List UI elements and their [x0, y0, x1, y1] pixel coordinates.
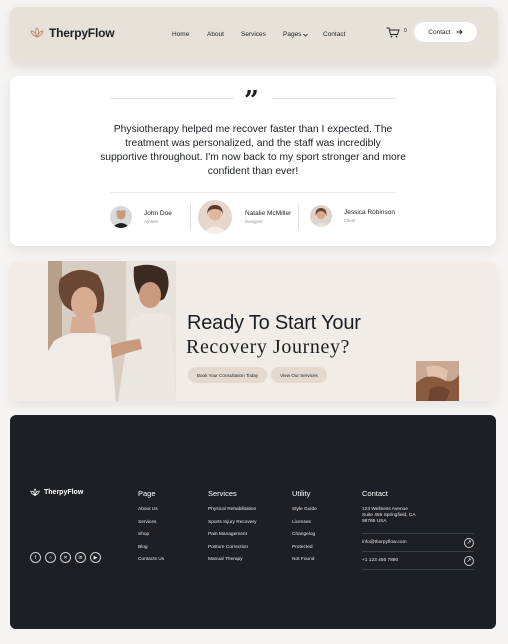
avatar — [110, 206, 132, 228]
cta-title-script: Recovery Journey? — [186, 336, 351, 358]
footer-link[interactable]: Blog — [138, 545, 164, 558]
footer-link[interactable]: About Us — [138, 507, 164, 520]
footer-services-column: Services Physical Rehabilitation Sports … — [208, 489, 257, 570]
site-header: TherpyFlow Home About Services Pages Con… — [10, 7, 498, 63]
footer-link[interactable]: Sports Injury Recovery — [208, 520, 257, 533]
reviewer-role: Athlete — [144, 219, 159, 224]
footer-link[interactable]: Not Found — [292, 557, 317, 570]
footer-link[interactable]: Protected — [292, 545, 317, 558]
cta-section: Ready To Start Your Recovery Journey? Bo… — [10, 261, 497, 401]
therapy-session-photo — [48, 261, 176, 401]
social-links: f ○ ✕ in ▶ — [30, 552, 101, 563]
footer-brand-name: TherpyFlow — [44, 489, 84, 496]
footer-heading: Utility — [292, 489, 311, 498]
reviewer-name: Natalie McMiller — [245, 210, 292, 217]
nav-about[interactable]: About — [207, 31, 224, 38]
footer-link[interactable]: Pain Management — [208, 532, 257, 545]
divider — [272, 98, 396, 99]
lotus-logo-icon — [30, 488, 40, 497]
divider — [110, 98, 234, 99]
arrow-up-right-icon[interactable]: ↗ — [464, 555, 474, 566]
view-services-button[interactable]: View Our Services — [271, 367, 327, 383]
avatar — [310, 205, 332, 227]
reviewer-name: Jessica Robinson — [344, 209, 395, 216]
chevron-down-icon — [303, 33, 309, 37]
arrow-right-icon — [456, 29, 463, 35]
footer-page-column: Page About Us Services Shop Blog Contact… — [138, 489, 164, 570]
arrow-up-right-icon[interactable]: ↗ — [464, 537, 474, 548]
brand-logo[interactable]: TherpyFlow — [30, 26, 115, 40]
avatar — [198, 200, 232, 234]
phone-row[interactable]: +1 123 456 7890 ↗ — [362, 551, 474, 569]
contact-phone[interactable]: +1 123 456 7890 — [362, 558, 398, 563]
divider — [362, 569, 474, 570]
nav-pages[interactable]: Pages — [283, 31, 309, 38]
contact-email[interactable]: info@therpyflow.com — [362, 540, 407, 545]
footer-link[interactable]: Physical Rehabilitation — [208, 507, 257, 520]
massage-thumbnail-photo — [416, 361, 459, 401]
footer-link[interactable]: Posture Correction — [208, 545, 257, 558]
footer-link[interactable]: Contacts Us — [138, 557, 164, 570]
cart-count: 0 — [404, 28, 407, 34]
footer-link[interactable]: Changelog — [292, 532, 317, 545]
nav-pages-label: Pages — [283, 31, 302, 38]
reviewer-role: Designer — [245, 219, 264, 224]
divider — [110, 192, 396, 193]
book-consultation-button[interactable]: Book Your Consultation Today — [188, 367, 267, 383]
divider — [190, 204, 191, 230]
youtube-icon[interactable]: ▶ — [90, 552, 101, 563]
testimonial-quote: Physiotherapy helped me recover faster t… — [100, 124, 406, 177]
brand-name: TherpyFlow — [49, 26, 115, 40]
footer-link[interactable]: Services — [138, 520, 164, 533]
footer-heading: Contact — [362, 489, 388, 498]
nav-services[interactable]: Services — [241, 31, 266, 38]
footer-utility-column: Utility Style Guide Licenses Changelog P… — [292, 489, 317, 570]
cta-title: Ready To Start Your — [187, 312, 361, 334]
footer-link[interactable]: Style Guide — [292, 507, 317, 520]
reviewer-name: John Doe — [144, 210, 172, 217]
email-row[interactable]: info@therpyflow.com ↗ — [362, 533, 474, 551]
contact-button-label: Contact — [428, 28, 451, 36]
footer-link[interactable]: Licenses — [292, 520, 317, 533]
cart-icon[interactable] — [386, 27, 400, 38]
divider — [298, 204, 299, 230]
reviewer-role: Client — [344, 218, 356, 223]
footer-link[interactable]: Shop — [138, 532, 164, 545]
nav-contact[interactable]: Contact — [323, 31, 345, 38]
footer-contact-column: Contact 123 Wellness Avenue Suite 456 Sp… — [362, 489, 416, 526]
quote-icon: ” — [244, 86, 259, 116]
nav-home[interactable]: Home — [172, 31, 189, 38]
footer-heading: Services — [208, 489, 237, 498]
reviewer-john[interactable]: John Doe Athlete — [110, 206, 172, 228]
contact-button[interactable]: Contact — [414, 22, 477, 42]
x-icon[interactable]: ✕ — [60, 552, 71, 563]
site-footer: TherpyFlow f ○ ✕ in ▶ Page About Us Serv… — [10, 415, 496, 629]
footer-heading: Page — [138, 489, 156, 498]
reviewer-natalie[interactable]: Natalie McMiller Designer — [198, 200, 291, 234]
facebook-icon[interactable]: f — [30, 552, 41, 563]
linkedin-icon[interactable]: in — [75, 552, 86, 563]
lotus-logo-icon — [30, 27, 44, 38]
footer-link[interactable]: Manual Therapy — [208, 557, 257, 570]
reviewer-jessica[interactable]: Jessica Robinson Client — [310, 205, 395, 227]
address-line: 98765 USA — [362, 519, 387, 525]
footer-brand-logo[interactable]: TherpyFlow — [30, 488, 83, 497]
instagram-icon[interactable]: ○ — [45, 552, 56, 563]
testimonial-card: ” Physiotherapy helped me recover faster… — [10, 76, 496, 246]
